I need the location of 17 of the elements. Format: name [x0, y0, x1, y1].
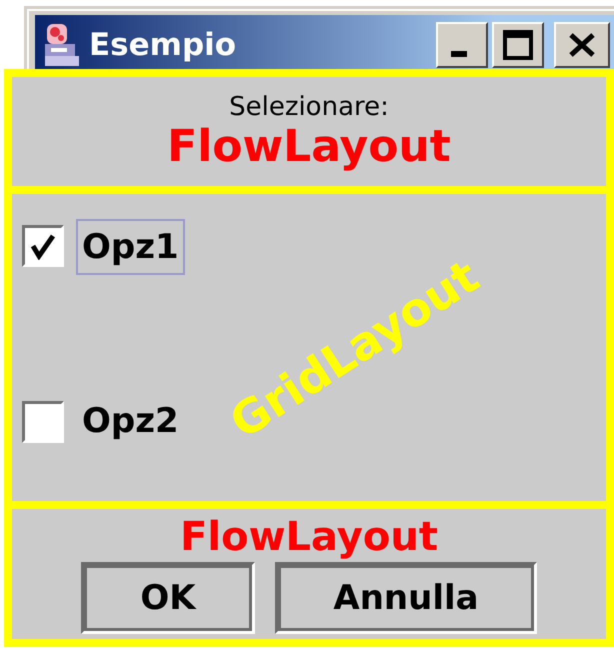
layout-annotation: FlowLayout: [180, 514, 438, 560]
maximize-button[interactable]: [492, 22, 544, 68]
checkbox[interactable]: [22, 401, 64, 443]
close-icon: [568, 33, 596, 57]
dialog-button[interactable]: Annulla: [275, 562, 537, 634]
close-button[interactable]: [554, 22, 610, 68]
maximize-icon: [502, 29, 534, 61]
minimize-icon: [451, 51, 467, 57]
dialog-button[interactable]: OK: [81, 562, 255, 634]
layout-annotation: FlowLayout: [167, 122, 451, 172]
window-title: Esempio: [89, 27, 238, 63]
minimize-button[interactable]: [436, 22, 488, 68]
checkbox[interactable]: [22, 225, 64, 267]
option-label[interactable]: Opz2: [76, 393, 185, 449]
checkmark-icon: [29, 232, 57, 260]
prompt-label: Selezionare:: [229, 92, 389, 122]
option-label[interactable]: Opz1: [76, 219, 185, 275]
